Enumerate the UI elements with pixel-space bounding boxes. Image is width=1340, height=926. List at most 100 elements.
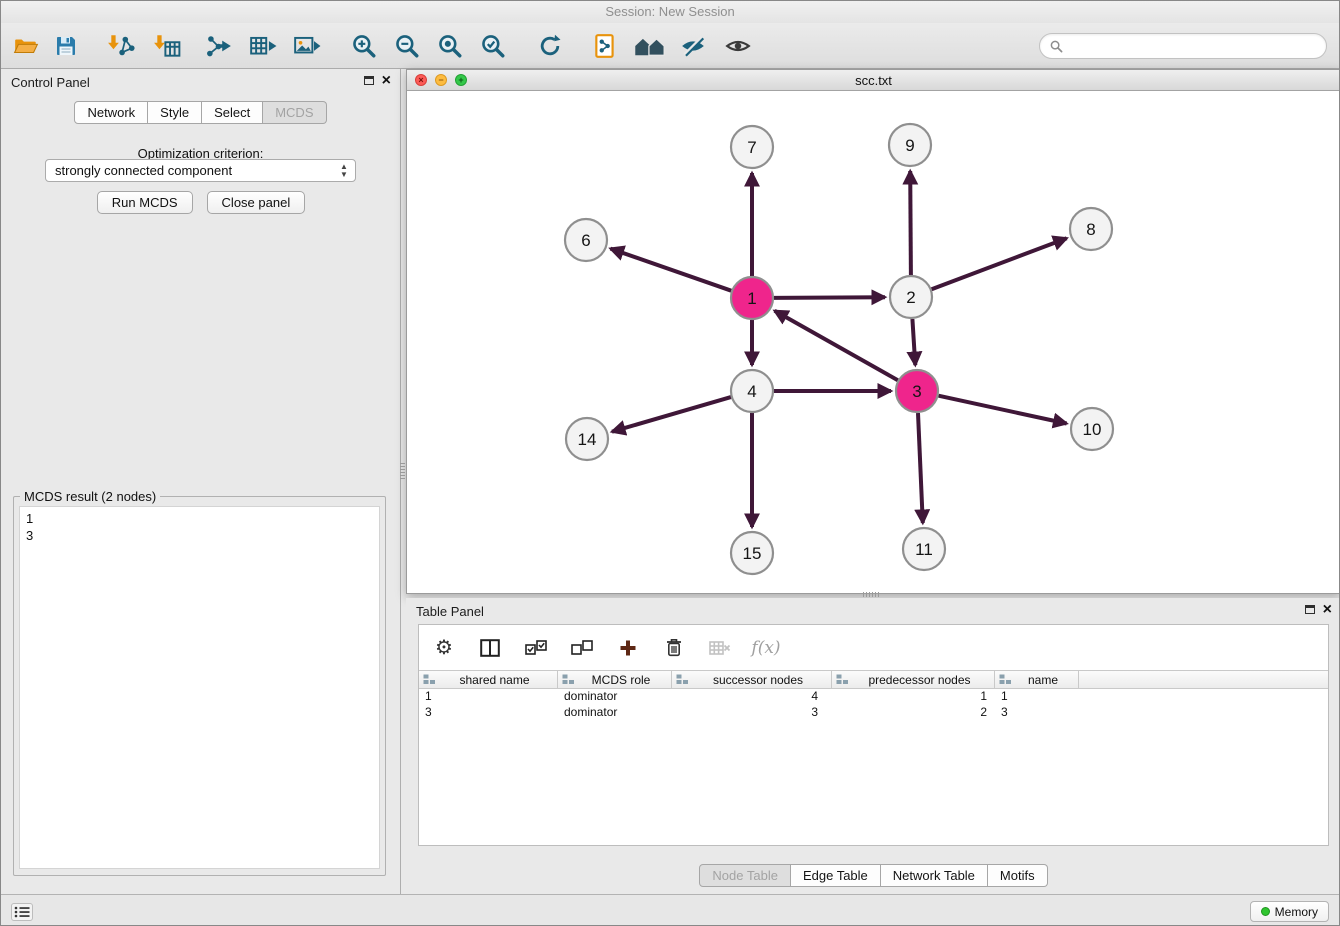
- graph-node-label: 6: [581, 231, 590, 250]
- graph-edge-2-9[interactable]: [910, 171, 911, 275]
- graph-edge-4-14[interactable]: [612, 397, 731, 432]
- vertical-splitter-grip[interactable]: [400, 463, 405, 479]
- show-hide-eye-icon[interactable]: [721, 30, 755, 62]
- control-panel-title: Control Panel: [11, 75, 90, 90]
- status-bar: Memory: [1, 894, 1339, 926]
- tab-node-table[interactable]: Node Table: [699, 864, 791, 887]
- application-window: Session: New Session: [0, 0, 1340, 926]
- import-network-icon[interactable]: [104, 30, 138, 62]
- main-toolbar: [1, 23, 1339, 69]
- zoom-fit-icon[interactable]: [433, 30, 467, 62]
- zoom-selected-icon[interactable]: [476, 30, 510, 62]
- tab-network[interactable]: Network: [74, 101, 148, 124]
- table-settings-gear-icon[interactable]: ⚙: [431, 635, 457, 661]
- select-all-rows-icon[interactable]: [523, 635, 549, 661]
- run-mcds-button[interactable]: Run MCDS: [97, 191, 193, 214]
- graph-node-4[interactable]: 4: [731, 370, 773, 412]
- save-session-icon[interactable]: [49, 30, 83, 62]
- mcds-result-title: MCDS result (2 nodes): [20, 489, 160, 504]
- search-input[interactable]: [1069, 39, 1316, 54]
- graph-edge-3-11[interactable]: [918, 413, 923, 523]
- column-edit-icon: [676, 674, 689, 685]
- search-box[interactable]: [1039, 33, 1327, 59]
- export-table-icon[interactable]: [246, 30, 280, 62]
- graph-edge-2-3[interactable]: [912, 319, 915, 365]
- tab-select[interactable]: Select: [202, 101, 263, 124]
- graph-node-label: 4: [747, 382, 756, 401]
- network-canvas[interactable]: 7 9 6 8 1 2 4 3 14 10 15 11: [407, 91, 1340, 593]
- graphics-details-icon[interactable]: [676, 30, 710, 62]
- graph-node-10[interactable]: 10: [1071, 408, 1113, 450]
- float-panel-icon[interactable]: [364, 76, 374, 85]
- column-edit-icon: [562, 674, 575, 685]
- window-close-icon[interactable]: ×: [415, 74, 427, 86]
- column-header-shared-name[interactable]: shared name: [419, 671, 558, 688]
- memory-status-icon: [1261, 907, 1270, 916]
- refresh-view-icon[interactable]: [533, 30, 567, 62]
- table-row[interactable]: 3 dominator 3 2 3: [419, 705, 1328, 721]
- tab-mcds[interactable]: MCDS: [263, 101, 326, 124]
- graph-edge-3-10[interactable]: [939, 396, 1067, 424]
- add-row-icon[interactable]: [615, 635, 641, 661]
- close-table-panel-icon[interactable]: ×: [1323, 604, 1332, 615]
- graph-node-7[interactable]: 7: [731, 126, 773, 168]
- tab-edge-table[interactable]: Edge Table: [791, 864, 881, 887]
- horizontal-splitter-grip[interactable]: [863, 592, 879, 597]
- export-image-icon[interactable]: [290, 30, 324, 62]
- close-panel-icon[interactable]: ×: [382, 75, 391, 86]
- table-panel: Table Panel × ⚙: [406, 598, 1340, 894]
- toggle-columns-icon[interactable]: [477, 635, 503, 661]
- tab-motifs[interactable]: Motifs: [988, 864, 1048, 887]
- graph-edge-1-2[interactable]: [774, 297, 885, 298]
- graph-node-label: 1: [747, 289, 756, 308]
- table-panel-tabs: Node Table Edge Table Network Table Moti…: [406, 864, 1340, 887]
- graph-edge-2-8[interactable]: [932, 238, 1067, 289]
- delete-columns-disabled-icon: [707, 635, 733, 661]
- open-file-icon[interactable]: [9, 30, 43, 62]
- graph-node-14[interactable]: 14: [566, 418, 608, 460]
- export-network-icon[interactable]: [202, 30, 236, 62]
- tab-network-table[interactable]: Network Table: [881, 864, 988, 887]
- mcds-result-list[interactable]: 1 3: [19, 506, 380, 869]
- window-minimize-icon[interactable]: −: [435, 74, 447, 86]
- graph-node-6[interactable]: 6: [565, 219, 607, 261]
- graph-edge-1-6[interactable]: [611, 249, 732, 291]
- ndex-home-icon[interactable]: [630, 30, 670, 62]
- column-edit-icon: [836, 674, 849, 685]
- column-header-mcds-role[interactable]: MCDS role: [558, 671, 672, 688]
- float-table-panel-icon[interactable]: [1305, 605, 1315, 614]
- column-header-name[interactable]: name: [995, 671, 1079, 688]
- column-header-predecessor-nodes[interactable]: predecessor nodes: [832, 671, 995, 688]
- delete-rows-trash-icon[interactable]: [661, 635, 687, 661]
- column-edit-icon: [423, 674, 436, 685]
- graph-node-11[interactable]: 11: [903, 528, 945, 570]
- graph-node-label: 7: [747, 138, 756, 157]
- graph-node-label: 11: [915, 540, 933, 559]
- export-to-ndex-icon[interactable]: [588, 30, 622, 62]
- graph-node-3[interactable]: 3: [896, 370, 938, 412]
- column-header-successor-nodes[interactable]: successor nodes: [672, 671, 832, 688]
- control-panel-tabs: Network Style Select MCDS: [1, 101, 400, 124]
- graph-node-1[interactable]: 1: [731, 277, 773, 319]
- window-title: Session: New Session: [605, 4, 734, 19]
- task-history-icon[interactable]: [11, 903, 33, 921]
- graph-node-2[interactable]: 2: [890, 276, 932, 318]
- graph-node-8[interactable]: 8: [1070, 208, 1112, 250]
- select-stepper-icon: ▲▼: [337, 162, 351, 180]
- graph-edge-3-1[interactable]: [775, 311, 898, 380]
- tab-style[interactable]: Style: [148, 101, 202, 124]
- memory-button[interactable]: Memory: [1250, 901, 1329, 922]
- zoom-in-icon[interactable]: [347, 30, 381, 62]
- graph-node-9[interactable]: 9: [889, 124, 931, 166]
- window-zoom-icon[interactable]: +: [455, 74, 467, 86]
- optimization-select[interactable]: strongly connected component ▲▼: [45, 159, 356, 182]
- deselect-all-rows-icon[interactable]: [569, 635, 595, 661]
- graph-node-15[interactable]: 15: [731, 532, 773, 574]
- network-window-titlebar: × − + scc.txt: [407, 70, 1340, 91]
- import-table-icon[interactable]: [150, 30, 184, 62]
- zoom-out-icon[interactable]: [390, 30, 424, 62]
- close-panel-button[interactable]: Close panel: [207, 191, 306, 214]
- table-row[interactable]: 1 dominator 4 1 1: [419, 689, 1328, 705]
- table-header-row: shared name MCDS role successor nodes pr…: [419, 670, 1328, 689]
- title-bar: Session: New Session: [1, 1, 1339, 23]
